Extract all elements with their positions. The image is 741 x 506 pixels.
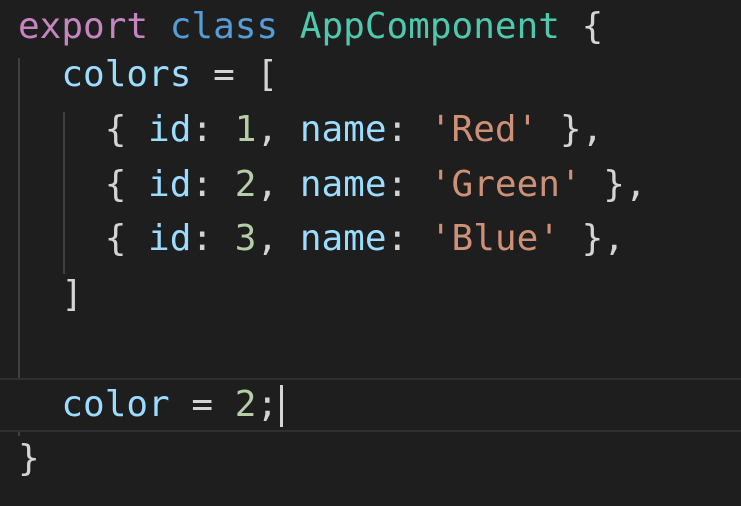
code-token-prop: id [148,218,192,259]
code-token-pun: , [256,218,300,259]
code-token-pun: = [ [191,54,279,95]
code-line[interactable]: colors = [ [0,48,278,102]
code-token-pun [278,6,300,47]
code-token-prop: name [299,109,387,150]
code-token-pun: }, [559,218,625,259]
code-token-pun [18,54,61,95]
code-line[interactable]: { id: 2, name: 'Green' }, [0,158,647,212]
code-token-pun: : [191,109,235,150]
code-token-prop: name [299,164,387,205]
code-token-cls: AppComponent [299,6,560,47]
code-token-pun: } [18,438,40,479]
code-token-pun: : [386,164,430,205]
code-line[interactable]: { id: 1, name: 'Red' }, [0,103,604,157]
code-line[interactable] [0,322,18,376]
code-token-prop: id [148,164,192,205]
code-token-pun: ; [256,384,279,425]
code-token-pun: { [18,218,149,259]
code-token-pun: }, [538,109,604,150]
code-editor[interactable]: export class AppComponent { colors = [ {… [0,0,741,506]
code-token-pun: ] [18,274,84,315]
code-token-pun: }, [581,164,647,205]
code-token-pun: : [191,218,235,259]
code-token-kw: export [18,6,149,47]
code-token-pun: { [559,6,604,47]
code-token-pun: : [386,109,430,150]
code-token-pun: = [169,384,235,425]
code-token-pun: { [18,164,149,205]
code-token-pun: { [18,109,149,150]
code-line[interactable]: ] [0,268,83,322]
code-token-prop: id [148,109,192,150]
code-token-num: 1 [234,109,257,150]
code-token-prop: color [61,384,170,425]
code-token-pun [18,384,61,425]
code-token-pun: , [256,164,300,205]
code-line-active[interactable]: color = 2; [0,378,741,432]
code-token-str: 'Blue' [429,218,560,259]
code-token-str: 'Green' [429,164,582,205]
code-token-pun: : [191,164,235,205]
code-token-prop: colors [61,54,192,95]
code-token-pun: : [386,218,430,259]
code-token-pun [148,6,170,47]
code-token-str: 'Red' [429,109,539,150]
code-token-num: 2 [234,384,257,425]
code-token-pun: , [256,109,300,150]
code-line[interactable]: { id: 3, name: 'Blue' }, [0,212,625,266]
code-line[interactable]: export class AppComponent { [0,0,603,54]
text-cursor [280,385,284,427]
code-line[interactable]: } [0,432,40,486]
code-token-prop: name [299,218,387,259]
code-token-num: 3 [234,218,257,259]
code-token-num: 2 [234,164,257,205]
code-token-kw2: class [169,6,279,47]
